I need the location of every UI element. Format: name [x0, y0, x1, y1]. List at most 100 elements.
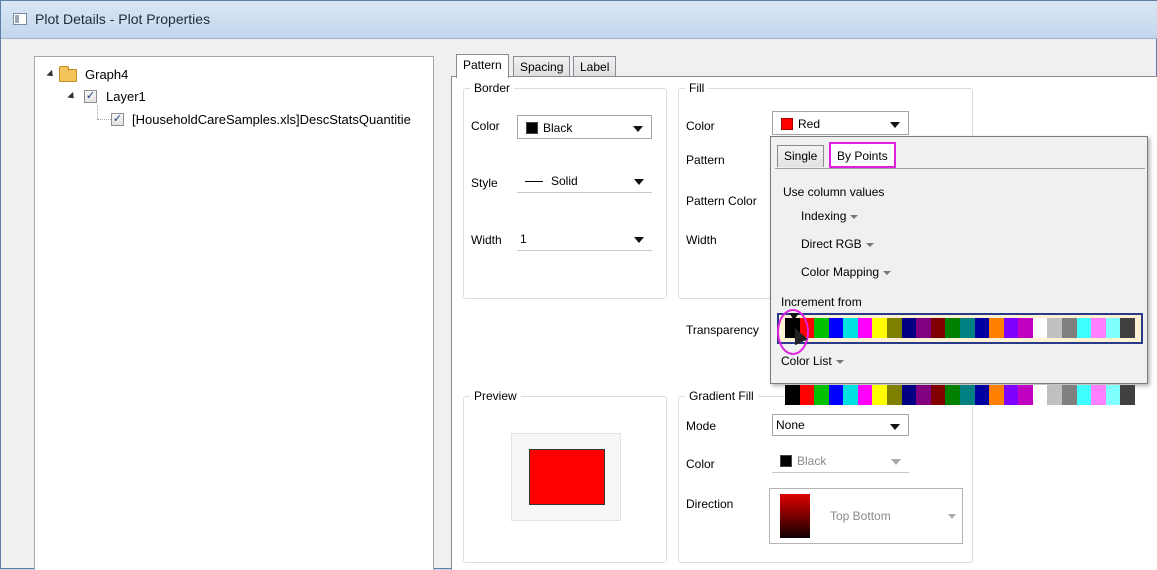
palette-color-swatch[interactable] — [1091, 385, 1106, 405]
palette-color-swatch[interactable] — [916, 385, 931, 405]
border-style-dropdown[interactable]: Solid — [517, 169, 652, 193]
plot-tree[interactable]: Graph4 ✓ Layer1 ✓ [HouseholdCareSamples.… — [34, 56, 434, 570]
palette-color-swatch[interactable] — [1061, 385, 1077, 405]
palette-color-swatch[interactable] — [959, 385, 975, 405]
palette-color-swatch[interactable] — [974, 318, 990, 338]
window-icon — [13, 13, 27, 25]
color-popup-menu: Single By Points Use column values Index… — [770, 136, 1148, 384]
palette-color-swatch[interactable] — [901, 385, 917, 405]
popup-tab-single[interactable]: Single — [777, 145, 825, 167]
folder-icon — [59, 66, 77, 82]
tree-item-layer[interactable]: ✓ Layer1 — [67, 88, 268, 106]
palette-color-swatch[interactable] — [1032, 385, 1048, 405]
palette-color-swatch[interactable] — [1018, 385, 1033, 405]
border-style-label: Style — [471, 176, 498, 190]
palette-color-swatch[interactable] — [1076, 385, 1092, 405]
border-color-dropdown[interactable]: Black — [517, 115, 652, 139]
fill-color-value: Red — [798, 117, 821, 131]
palette-color-swatch[interactable] — [814, 318, 829, 338]
palette-color-swatch[interactable] — [843, 385, 858, 405]
palette-color-swatch[interactable] — [1091, 318, 1106, 338]
palette-color-swatch[interactable] — [930, 318, 946, 338]
fill-pattern-label: Pattern — [686, 153, 725, 167]
chevron-down-icon — [948, 514, 956, 519]
palette-color-swatch[interactable] — [1047, 385, 1062, 405]
palette-color-swatch[interactable] — [828, 385, 844, 405]
tree-label-graph: Graph4 — [85, 67, 129, 82]
palette-color-swatch[interactable] — [1003, 318, 1019, 338]
palette-color-swatch[interactable] — [799, 385, 815, 405]
palette-color-swatch[interactable] — [857, 385, 873, 405]
fill-width-label: Width — [686, 233, 717, 247]
palette-color-swatch[interactable] — [1105, 385, 1121, 405]
fill-color-dropdown[interactable]: Red — [772, 111, 909, 135]
preview-legend: Preview — [474, 389, 517, 403]
palette-color-swatch[interactable] — [828, 318, 844, 338]
palette-color-swatch[interactable] — [901, 318, 917, 338]
color-list-palette[interactable] — [785, 385, 1135, 405]
indexing-label: Indexing — [801, 209, 847, 223]
palette-color-swatch[interactable] — [989, 385, 1004, 405]
palette-color-swatch[interactable] — [1032, 318, 1048, 338]
palette-color-swatch[interactable] — [857, 318, 873, 338]
preview-area — [511, 433, 621, 521]
tree-item-plot[interactable]: ✓ [HouseholdCareSamples.xls]DescStatsQua… — [111, 111, 431, 129]
plot-checkbox[interactable]: ✓ — [111, 113, 124, 126]
transparency-label: Transparency — [686, 323, 759, 337]
palette-color-swatch[interactable] — [1047, 318, 1062, 338]
border-style-value: Solid — [551, 174, 578, 188]
color-swatch — [781, 118, 793, 130]
tree-item-graph[interactable]: Graph4 — [45, 66, 245, 84]
palette-color-swatch[interactable] — [887, 318, 902, 338]
color-mapping-menu-item[interactable]: Color Mapping — [801, 265, 892, 279]
dropdown-arrow-icon — [850, 214, 859, 219]
increment-from-palette[interactable] — [785, 318, 1135, 338]
border-legend: Border — [474, 81, 511, 95]
border-width-dropdown[interactable]: 1 — [517, 227, 652, 251]
palette-color-swatch[interactable] — [872, 385, 888, 405]
palette-color-swatch[interactable] — [959, 318, 975, 338]
popup-tab-by-points[interactable]: By Points — [829, 142, 896, 168]
dropdown-arrow-icon — [835, 359, 844, 364]
tab-pattern[interactable]: Pattern — [456, 54, 509, 78]
palette-color-swatch[interactable] — [1061, 318, 1077, 338]
palette-color-swatch[interactable] — [1003, 385, 1019, 405]
direct-rgb-menu-item[interactable]: Direct RGB — [801, 237, 874, 251]
palette-color-swatch[interactable] — [872, 318, 888, 338]
expand-arrow-icon[interactable] — [67, 91, 77, 102]
gradient-mode-dropdown[interactable]: None — [772, 414, 909, 436]
palette-color-swatch[interactable] — [1018, 318, 1033, 338]
palette-color-swatch[interactable] — [843, 318, 858, 338]
gradient-direction-dropdown[interactable]: Top Bottom — [769, 488, 963, 544]
expand-arrow-icon[interactable] — [46, 69, 56, 80]
palette-color-swatch[interactable] — [887, 385, 902, 405]
tree-connector — [97, 105, 98, 119]
palette-color-swatch[interactable] — [989, 318, 1004, 338]
palette-color-swatch[interactable] — [974, 385, 990, 405]
palette-color-swatch[interactable] — [1120, 318, 1135, 338]
line-style-icon — [525, 181, 543, 182]
palette-color-swatch[interactable] — [916, 318, 931, 338]
chevron-down-icon — [891, 459, 901, 465]
plot-details-window: Plot Details - Plot Properties Graph4 ✓ … — [0, 0, 1157, 570]
color-list-menu-item[interactable]: Color List — [781, 354, 844, 368]
title-bar: Plot Details - Plot Properties — [1, 1, 1157, 39]
palette-color-swatch[interactable] — [785, 385, 800, 405]
chevron-down-icon — [890, 122, 900, 128]
indexing-menu-item[interactable]: Indexing — [801, 209, 859, 223]
palette-color-swatch[interactable] — [945, 318, 960, 338]
tree-label-plot: [HouseholdCareSamples.xls]DescStatsQuant… — [132, 112, 411, 127]
color-list-label: Color List — [781, 354, 832, 368]
layer-checkbox[interactable]: ✓ — [84, 90, 97, 103]
gradient-color-value: Black — [797, 454, 827, 468]
palette-color-swatch[interactable] — [1076, 318, 1092, 338]
selection-marker-icon — [789, 313, 799, 320]
palette-color-swatch[interactable] — [1105, 318, 1121, 338]
palette-color-swatch[interactable] — [814, 385, 829, 405]
palette-color-swatch[interactable] — [945, 385, 960, 405]
palette-color-swatch[interactable] — [930, 385, 946, 405]
gradient-color-dropdown[interactable]: Black — [772, 449, 909, 473]
palette-color-swatch[interactable] — [1120, 385, 1135, 405]
tab-label[interactable]: Label — [573, 56, 617, 78]
tab-spacing[interactable]: Spacing — [513, 56, 571, 78]
